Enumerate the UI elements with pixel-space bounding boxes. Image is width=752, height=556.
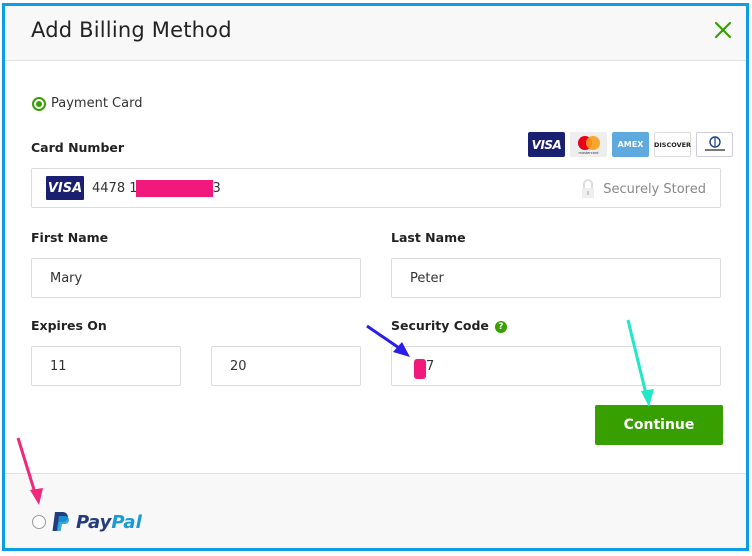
close-x-icon	[714, 21, 732, 39]
help-icon[interactable]: ?	[494, 321, 507, 333]
first-name-value: Mary	[50, 270, 83, 286]
payment-card-option[interactable]: Payment Card	[32, 96, 142, 111]
security-code-label-text: Security Code	[391, 318, 489, 333]
security-code-label: Security Code?	[391, 318, 507, 333]
card-number-label: Card Number	[31, 140, 125, 155]
security-code-input[interactable]: 7	[391, 346, 721, 386]
close-button[interactable]	[712, 19, 734, 41]
expiry-month-value: 11	[50, 358, 67, 374]
diners-club-logo-icon	[696, 132, 733, 157]
payment-card-label: Payment Card	[51, 96, 143, 111]
first-name-input[interactable]: Mary	[31, 258, 361, 298]
lock-icon	[582, 179, 595, 198]
paypal-option[interactable]: PayPal	[32, 511, 142, 533]
paypal-wordmark: PayPal	[76, 511, 142, 533]
redaction-mark	[414, 359, 426, 379]
continue-button[interactable]: Continue	[595, 405, 723, 445]
discover-logo-icon: DISCOVER	[654, 132, 691, 157]
expiry-month-input[interactable]: 11	[31, 346, 181, 386]
last-name-input[interactable]: Peter	[391, 258, 721, 298]
last-name-label: Last Name	[391, 230, 466, 245]
paypal-section: PayPal	[5, 473, 746, 548]
accepted-card-brands: VISA mastercard AMEX DISCOVER	[528, 132, 733, 157]
card-number-input[interactable]: VISA 4478 1 3 Securely Stored	[31, 168, 721, 208]
first-name-label: First Name	[31, 230, 109, 245]
securely-stored-indicator: Securely Stored	[581, 179, 706, 199]
visa-logo-icon: VISA	[528, 132, 565, 157]
card-number-suffix: 3	[212, 180, 221, 196]
modal-title: Add Billing Method	[31, 18, 232, 42]
visa-card-icon: VISA	[46, 176, 84, 200]
redaction-mark	[135, 179, 213, 197]
add-billing-modal: Add Billing Method Payment Card Card Num…	[2, 3, 749, 551]
expiry-year-input[interactable]: 20	[211, 346, 361, 386]
card-number-prefix: 4478 1	[92, 180, 138, 196]
last-name-value: Peter	[410, 270, 444, 286]
modal-header: Add Billing Method	[5, 6, 746, 61]
paypal-logo-icon	[52, 512, 69, 531]
paypal-radio[interactable]	[32, 515, 46, 529]
securely-stored-text: Securely Stored	[603, 181, 706, 197]
expires-on-label: Expires On	[31, 318, 107, 333]
amex-logo-icon: AMEX	[612, 132, 649, 157]
expiry-year-value: 20	[230, 358, 247, 374]
security-code-value: 7	[426, 358, 435, 374]
payment-card-radio[interactable]	[32, 96, 46, 111]
screenshot-frame: Add Billing Method Payment Card Card Num…	[0, 0, 752, 556]
mastercard-logo-icon: mastercard	[570, 132, 607, 157]
